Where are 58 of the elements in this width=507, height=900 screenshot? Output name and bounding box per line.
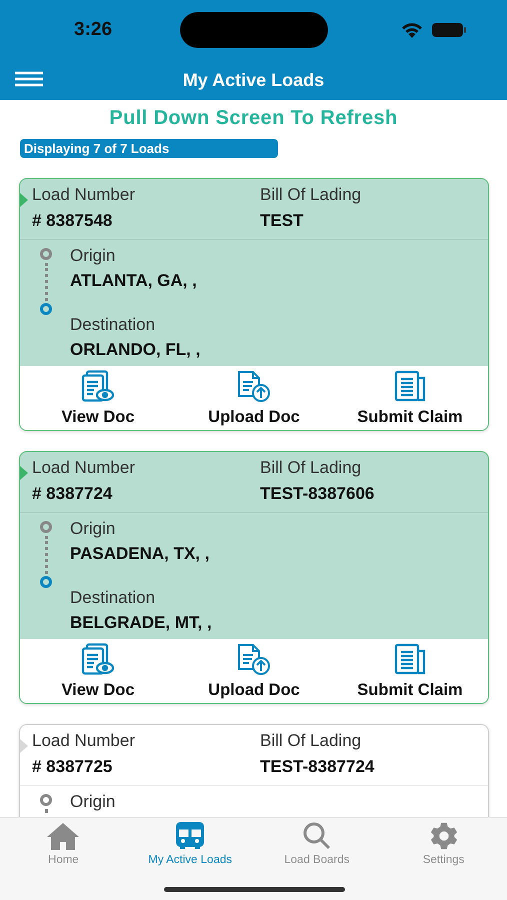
status-time: 3:26	[74, 19, 114, 41]
destination-city: BELGRADE, MT, ,	[70, 613, 213, 633]
view-button[interactable]: View Doc	[20, 366, 176, 430]
upload-button[interactable]: Upload Doc	[176, 639, 332, 703]
destination-dot-icon	[40, 576, 52, 588]
origin-label: Origin	[70, 792, 116, 812]
settings-icon	[428, 822, 459, 850]
home-icon	[46, 822, 80, 850]
refresh-hint: Pull Down Screen To Refresh	[108, 107, 399, 130]
field-label: Load Number	[32, 458, 136, 478]
claim-button[interactable]: Submit Claim	[332, 639, 488, 703]
load-card[interactable]: Load Number Bill Of Lading # 8387725 TEST-8387724 Origin	[19, 724, 489, 817]
origin-dot-icon	[40, 521, 52, 533]
destination-city: ORLANDO, FL, ,	[70, 340, 202, 360]
menu-icon	[14, 70, 44, 86]
document-icon	[392, 370, 428, 402]
marker-icon	[20, 466, 28, 480]
view-button[interactable]: View Doc	[20, 639, 176, 703]
screen-title: My Active Loads	[182, 70, 324, 90]
upload-button[interactable]: Upload Doc	[176, 366, 332, 430]
claim-button[interactable]: Submit Claim	[332, 366, 488, 430]
field-label: Load Number	[32, 731, 136, 751]
route-line	[45, 536, 48, 574]
load-number: # 8387725	[32, 757, 114, 777]
origin-label: Origin	[70, 519, 116, 539]
field-label: Bill Of Lading	[260, 731, 362, 751]
bus-icon	[176, 822, 204, 850]
document-icon	[392, 642, 428, 674]
marker-icon	[20, 739, 28, 753]
load-card[interactable]: Load Number Bill Of Lading # 8387724 TEST-8387606 Origin PASADENA, TX, , Destination BELGRADE, MT, , View Doc Upload Doc Submit Claim	[19, 451, 489, 704]
origin-dot-icon	[40, 794, 52, 806]
origin-label: Origin	[70, 246, 116, 266]
origin-dot-icon	[40, 248, 52, 260]
origin-city: PASADENA, TX, ,	[70, 544, 210, 564]
document-upload-icon	[236, 642, 272, 674]
wifi-icon	[401, 22, 423, 38]
search-icon	[302, 822, 332, 850]
destination-label: Destination	[70, 588, 156, 608]
route-line	[45, 263, 48, 301]
load-number: # 8387548	[32, 211, 114, 231]
load-number: # 8387724	[32, 484, 114, 504]
origin-city: ATLANTA, GA, ,	[70, 271, 198, 291]
document-eye-icon	[81, 370, 115, 402]
bill-of-lading: TEST-8387724	[260, 757, 376, 777]
bill-of-lading: TEST	[260, 211, 304, 231]
field-label: Bill Of Lading	[260, 458, 362, 478]
battery-icon	[431, 22, 467, 38]
field-label: Load Number	[32, 185, 136, 205]
document-upload-icon	[236, 370, 272, 402]
destination-label: Destination	[70, 315, 156, 335]
marker-icon	[20, 193, 28, 207]
field-label: Bill Of Lading	[260, 185, 362, 205]
tab-button[interactable]: My Active Loads	[126, 822, 254, 866]
document-eye-icon	[81, 642, 115, 674]
destination-dot-icon	[40, 303, 52, 315]
bill-of-lading: TEST-8387606	[260, 484, 376, 504]
load-count-badge: Displaying 7 of 7 Loads	[20, 139, 278, 158]
load-card[interactable]: Load Number Bill Of Lading # 8387548 TEST Origin ATLANTA, GA, , Destination ORLANDO, FL, , View Doc Upload Doc Submit Claim	[19, 178, 489, 431]
